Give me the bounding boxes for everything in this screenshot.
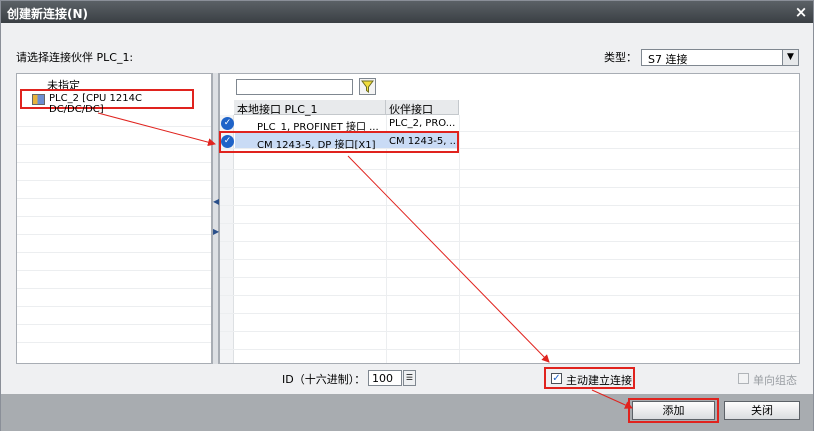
create-connection-dialog: 创建新连接(N) × 请选择连接伙伴 PLC_1: 类型： S7 连接 ▼ 未指… [0, 0, 814, 431]
annotation-arrows [97, 112, 633, 409]
arrow-tree-to-row [97, 112, 216, 147]
arrow-checkbox-to-add [591, 389, 633, 409]
arrow-row-to-checkbox [347, 155, 550, 363]
